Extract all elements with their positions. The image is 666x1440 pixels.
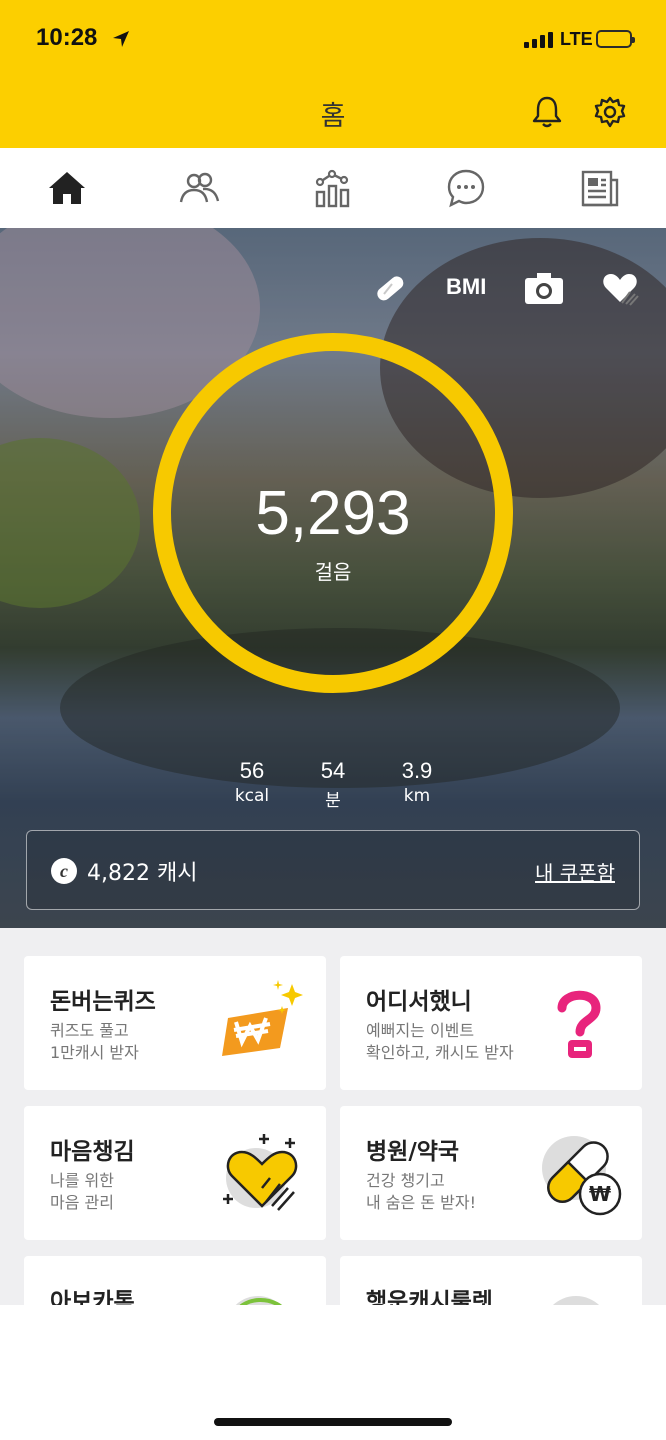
home-indicator[interactable] (214, 1418, 452, 1426)
status-time: 10:28 (36, 24, 98, 51)
card-hospital-pharmacy[interactable]: 병원/약국 건강 챙기고 내 숨은 돈 받자! ₩ (340, 1106, 642, 1240)
step-count: 5,293 (255, 479, 411, 548)
stat-unit: km (403, 786, 431, 806)
stat-minutes: 54 분 (288, 758, 378, 811)
stat-distance: 3.9 km (372, 758, 462, 806)
cash-coin-icon: c (51, 858, 77, 884)
card-subtitle-line: 퀴즈도 풀고 (50, 1021, 129, 1040)
friends-icon[interactable] (177, 166, 221, 210)
home-icon[interactable] (45, 166, 89, 210)
card-title: 마음챙김 (50, 1139, 135, 1165)
chat-icon[interactable] (444, 166, 488, 210)
card-subtitle: 퀴즈도 풀고 1만캐시 받자 (50, 1020, 220, 1064)
card-lucky-roulette[interactable]: 행운캐시룰렛 c (340, 1256, 642, 1305)
card-subtitle-line: 나를 위한 (50, 1171, 114, 1190)
question-mark-icon (557, 990, 601, 1058)
card-mindfulness[interactable]: 마음챙김 나를 위한 마음 관리 (24, 1106, 326, 1240)
location-arrow-icon (113, 31, 129, 47)
stat-value: 54 (320, 758, 346, 783)
heart-hand-icon (223, 1134, 298, 1211)
card-subtitle-line: 내 숨은 돈 받자! (366, 1193, 476, 1212)
camera-icon[interactable] (524, 270, 564, 306)
stat-value: 56 (239, 758, 265, 783)
card-subtitle-line: 마음 관리 (50, 1193, 114, 1212)
service-grid: 돈버는퀴즈 퀴즈도 풀고 1만캐시 받자 어디서했니 예뻐지는 이벤트 확인하고… (0, 928, 666, 1305)
pill-won-icon: ₩ (542, 1136, 622, 1216)
won-quiz-icon (222, 980, 303, 1056)
stat-unit: 분 (325, 791, 341, 811)
card-avocatalk[interactable]: 아보카톡 (24, 1256, 326, 1305)
pill-icon[interactable] (372, 270, 408, 306)
stat-calories: 56 kcal (207, 758, 297, 806)
battery-icon (596, 30, 635, 48)
card-title: 어디서했니 (366, 989, 472, 1015)
card-where-did[interactable]: 어디서했니 예뻐지는 이벤트 확인하고, 캐시도 받자 (340, 956, 642, 1090)
stats-icon[interactable] (311, 166, 355, 210)
news-icon[interactable] (578, 166, 622, 210)
gear-icon[interactable] (594, 96, 626, 128)
card-title: 병원/약국 (366, 1139, 460, 1165)
tab-bar (0, 148, 666, 228)
cash-balance-bar[interactable]: c 4,822 캐시 내 쿠폰함 (26, 830, 640, 910)
card-subtitle: 나를 위한 마음 관리 (50, 1170, 220, 1214)
stat-value: 3.9 (401, 758, 433, 783)
coupon-link[interactable]: 내 쿠폰함 (535, 857, 615, 886)
heart-hand-icon[interactable] (600, 270, 640, 306)
signal-icon (524, 32, 553, 48)
card-title: 아보카톡 (50, 1289, 135, 1305)
hero-step-panel: BMI 5,293 걸음 56 kcal 54 분 3.9 km c 4,822… (0, 228, 666, 928)
page-title: 홈 (320, 101, 346, 132)
card-subtitle-line: 확인하고, 캐시도 받자 (366, 1043, 514, 1062)
bell-icon[interactable] (530, 94, 564, 128)
roulette-coin-icon: c (552, 1296, 600, 1305)
card-subtitle-line: 예뻐지는 이벤트 (366, 1021, 475, 1040)
won-symbol: ₩ (589, 1182, 611, 1206)
bmi-button[interactable]: BMI (446, 274, 486, 300)
card-title: 돈버는퀴즈 (50, 989, 156, 1015)
card-subtitle: 예뻐지는 이벤트 확인하고, 캐시도 받자 (366, 1020, 536, 1064)
stat-unit: kcal (234, 786, 270, 806)
app-header: 10:28 LTE 홈 (0, 0, 666, 148)
card-subtitle: 건강 챙기고 내 숨은 돈 받자! (366, 1170, 536, 1214)
card-title: 행운캐시룰렛 (366, 1289, 493, 1305)
card-subtitle-line: 건강 챙기고 (366, 1171, 445, 1190)
card-money-quiz[interactable]: 돈버는퀴즈 퀴즈도 풀고 1만캐시 받자 (24, 956, 326, 1090)
cash-balance: 4,822 캐시 (87, 861, 198, 886)
card-subtitle-line: 1만캐시 받자 (50, 1043, 139, 1062)
step-label: 걸음 (314, 560, 352, 584)
avocado-icon (235, 1296, 282, 1305)
network-label: LTE (560, 29, 593, 49)
